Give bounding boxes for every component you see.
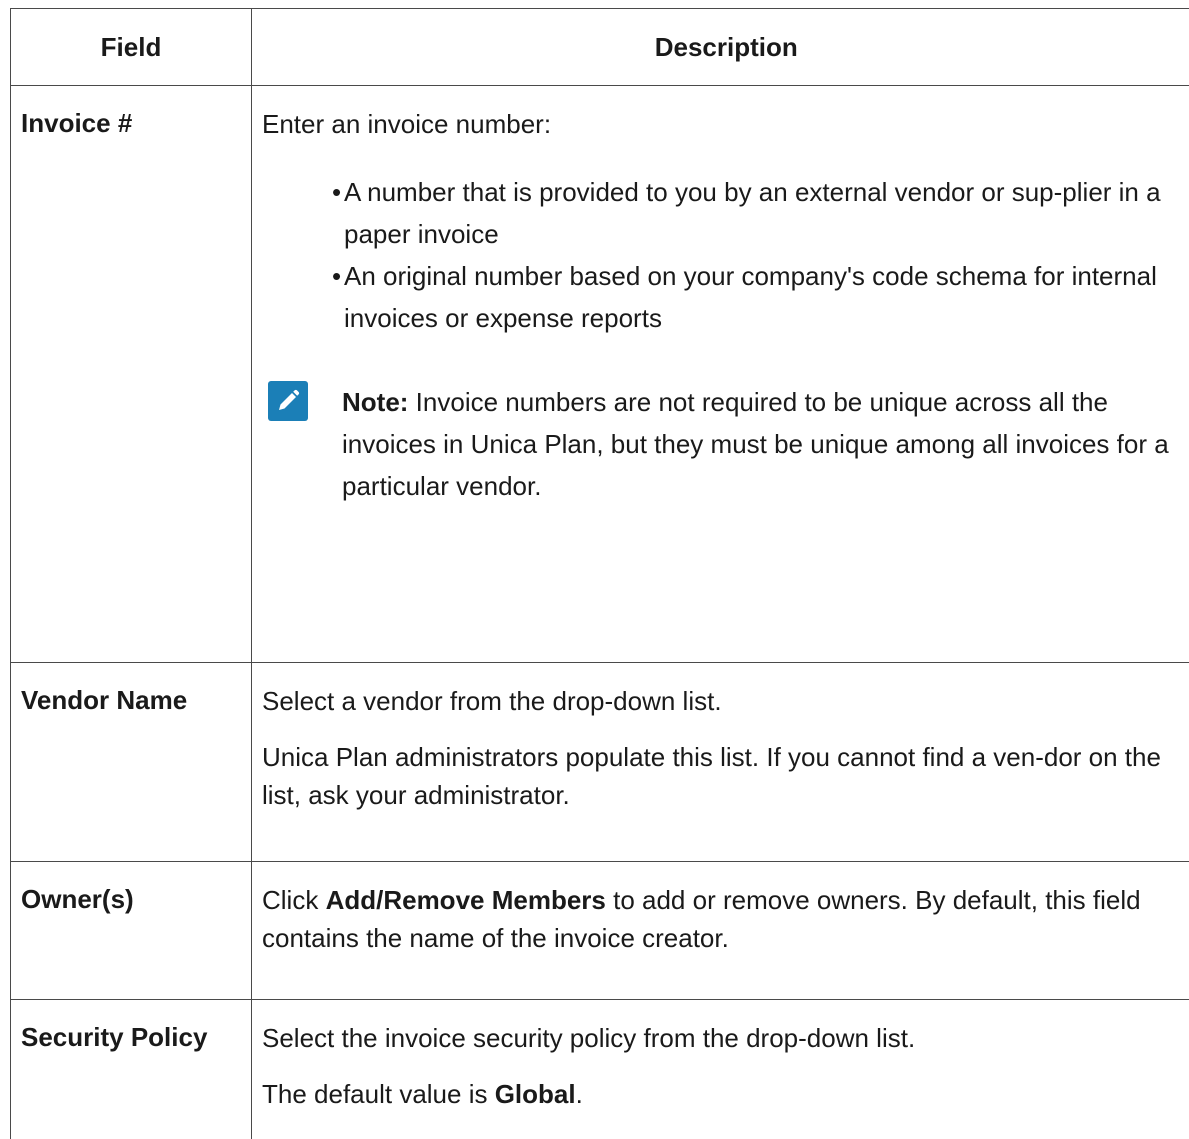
table-row: Security Policy Select the invoice secur…: [11, 1000, 1189, 1139]
text-run: .: [576, 1079, 583, 1109]
description-paragraph: Select the invoice security policy from …: [262, 1019, 1189, 1057]
field-name: Security Policy: [11, 1000, 252, 1139]
table-row: Vendor Name Select a vendor from the dro…: [11, 663, 1189, 862]
pencil-note-icon: [268, 381, 308, 421]
note-text: Invoice numbers are not required to be u…: [342, 387, 1169, 501]
bullet-list: A number that is provided to you by an e…: [262, 171, 1189, 339]
fields-table: Field Description Invoice # Enter an inv…: [10, 8, 1189, 1139]
header-description: Description: [252, 9, 1189, 86]
note-label: Note:: [342, 387, 408, 417]
field-name: Vendor Name: [11, 663, 252, 862]
description-paragraph: The default value is Global.: [262, 1075, 1189, 1113]
field-description: Enter an invoice number: A number that i…: [252, 86, 1189, 663]
ui-term: Global: [495, 1079, 576, 1109]
ui-term: Add/Remove Members: [326, 885, 606, 915]
field-description: Select the invoice security policy from …: [252, 1000, 1189, 1139]
description-paragraph: Click Add/Remove Members to add or remov…: [262, 881, 1189, 957]
field-description: Select a vendor from the drop-down list.…: [252, 663, 1189, 862]
description-paragraph: Select a vendor from the drop-down list.: [262, 682, 1189, 720]
note-block: Note: Invoice numbers are not required t…: [262, 365, 1189, 527]
header-field: Field: [11, 9, 252, 86]
field-name: Invoice #: [11, 86, 252, 663]
text-run: Click: [262, 885, 326, 915]
table-row: Invoice # Enter an invoice number: A num…: [11, 86, 1189, 663]
text-run: The default value is: [262, 1079, 495, 1109]
field-description: Click Add/Remove Members to add or remov…: [252, 862, 1189, 1000]
list-item: An original number based on your company…: [332, 255, 1189, 339]
field-name: Owner(s): [11, 862, 252, 1000]
description-paragraph: Unica Plan administrators populate this …: [262, 738, 1189, 814]
table-row: Owner(s) Click Add/Remove Members to add…: [11, 862, 1189, 1000]
table-header-row: Field Description: [11, 9, 1189, 86]
description-intro: Enter an invoice number:: [262, 105, 1189, 143]
list-item: A number that is provided to you by an e…: [332, 171, 1189, 255]
